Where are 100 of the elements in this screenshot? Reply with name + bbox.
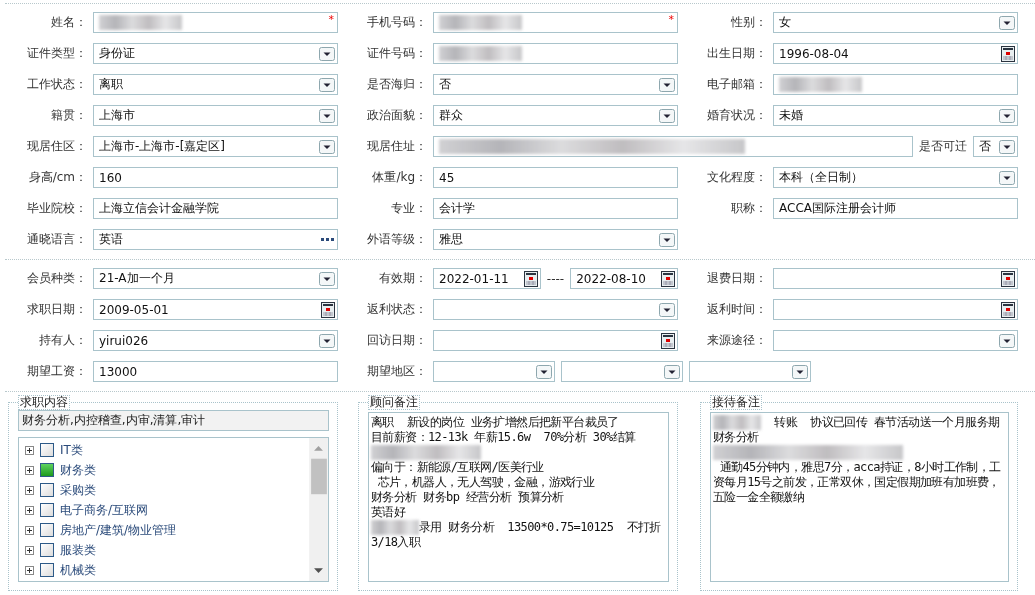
dropdown-field[interactable]: 雅思 bbox=[433, 229, 678, 250]
dropdown-field[interactable]: 否 bbox=[973, 136, 1018, 157]
calendar-icon[interactable] bbox=[1001, 270, 1015, 287]
note-text: 芯片，机器人，无人驾驶，金融，游戏行业 bbox=[376, 475, 596, 490]
input-field[interactable]: ACCA国际注册会计师 bbox=[773, 198, 1018, 219]
dropdown-field[interactable]: 女 bbox=[773, 12, 1018, 33]
dropdown-button[interactable] bbox=[999, 108, 1015, 123]
dropdown-button[interactable] bbox=[319, 77, 335, 92]
expand-icon[interactable] bbox=[25, 465, 34, 475]
tree-item[interactable]: 机械类 bbox=[60, 561, 96, 579]
dropdown-button[interactable] bbox=[664, 364, 680, 379]
expand-icon[interactable] bbox=[25, 485, 34, 495]
field-label: 外语等级： bbox=[366, 231, 428, 248]
dropdown-button[interactable] bbox=[319, 46, 335, 61]
dropdown-field[interactable]: yirui026 bbox=[93, 330, 338, 351]
notes-textarea[interactable]: 转账 协议已回传 春节活动送一个月服务期 财务分析 通勤45分钟内，雅思7分，acca持证，8小时工作制，工资每月15号之前发，正常双休，国定假期加班有加班费，五险一金全额缴纳 bbox=[710, 412, 1009, 582]
date-field[interactable] bbox=[773, 268, 1018, 289]
checkbox[interactable] bbox=[40, 543, 54, 557]
date-field[interactable]: 2022-01-11 bbox=[433, 268, 541, 289]
input-field[interactable]: 160 bbox=[93, 167, 338, 188]
dropdown-button[interactable] bbox=[999, 139, 1015, 154]
input-field[interactable] bbox=[773, 74, 1018, 95]
field-label: 是否海归： bbox=[366, 76, 428, 93]
notes-textarea[interactable]: 离职 新设的岗位 业务扩增然后把新平台裁员了 目前薪资：12-13k 年薪15.6w 70%分析 30%结算 偏向于：新能源/互联网/医美行业 芯片，机器人，无人驾驶，金融，游戏行业 财务分析 财务bp 经营分析 预算分析 英语好 录用 财务分析 13500*0.75=10125 不打折 3/18入职 bbox=[368, 412, 669, 582]
tree-item[interactable]: 采购类 bbox=[60, 481, 96, 499]
calendar-icon[interactable] bbox=[1001, 301, 1015, 318]
dropdown-button[interactable] bbox=[659, 108, 675, 123]
input-field[interactable]: * bbox=[93, 12, 338, 33]
dropdown-field[interactable] bbox=[561, 361, 683, 382]
dropdown-field[interactable]: 离职 bbox=[93, 74, 338, 95]
dropdown-button[interactable] bbox=[999, 15, 1015, 30]
dropdown-field[interactable]: 群众 bbox=[433, 105, 678, 126]
expand-icon[interactable] bbox=[25, 545, 34, 555]
field-label: 身高/cm： bbox=[27, 169, 88, 186]
note-text: 录用 财务分析 13500*0.75=10125 不打折 bbox=[419, 520, 662, 535]
dropdown-button[interactable] bbox=[536, 364, 552, 379]
dropdown-field[interactable]: 21-A加一个月 bbox=[93, 268, 338, 289]
input-field[interactable]: 上海立信会计金融学院 bbox=[93, 198, 338, 219]
calendar-icon[interactable] bbox=[523, 270, 538, 287]
tree-item[interactable]: 服装类 bbox=[60, 541, 96, 559]
dropdown-button[interactable] bbox=[659, 77, 675, 92]
dropdown-field[interactable] bbox=[433, 299, 678, 320]
dropdown-field[interactable]: 上海市 bbox=[93, 105, 338, 126]
expand-icon[interactable] bbox=[25, 505, 34, 515]
note-text: 转账 协议已回传 春节活动送一个月服务期 bbox=[773, 415, 1001, 430]
dropdown-button[interactable] bbox=[319, 108, 335, 123]
dropdown-field[interactable] bbox=[433, 361, 555, 382]
date-field[interactable] bbox=[773, 299, 1018, 320]
input-field[interactable] bbox=[433, 43, 678, 64]
field-label: 文化程度： bbox=[706, 169, 768, 186]
dropdown-button[interactable] bbox=[999, 170, 1015, 185]
input-field[interactable]: 财务分析,内控稽查,内审,清算,审计 bbox=[18, 410, 329, 431]
field-label: 证件类型： bbox=[26, 45, 88, 62]
calendar-icon[interactable] bbox=[321, 301, 335, 318]
field-label: 专业： bbox=[390, 200, 428, 217]
date-field[interactable]: 1996-08-04 bbox=[773, 43, 1018, 64]
dropdown-button[interactable] bbox=[659, 232, 675, 247]
checkbox[interactable] bbox=[40, 483, 54, 497]
checkbox[interactable] bbox=[40, 563, 54, 577]
dropdown-field[interactable]: 上海市-上海市-[嘉定区] bbox=[93, 136, 338, 157]
dropdown-field[interactable]: 否 bbox=[433, 74, 678, 95]
calendar-icon[interactable] bbox=[661, 270, 675, 287]
dropdown-field[interactable]: 本科（全日制） bbox=[773, 167, 1018, 188]
dropdown-field[interactable]: 未婚 bbox=[773, 105, 1018, 126]
more-icon[interactable] bbox=[321, 237, 335, 242]
dropdown-field[interactable]: 身份证 bbox=[93, 43, 338, 64]
tree-item[interactable]: IT类 bbox=[60, 441, 83, 459]
expand-icon[interactable] bbox=[25, 525, 34, 535]
calendar-icon[interactable] bbox=[1001, 45, 1015, 62]
calendar-icon[interactable] bbox=[661, 332, 675, 349]
tree-item[interactable]: 电子商务/互联网 bbox=[60, 501, 149, 519]
input-field[interactable]: 13000 bbox=[93, 361, 338, 382]
input-field[interactable]: 会计学 bbox=[433, 198, 678, 219]
input-field[interactable]: 45 bbox=[433, 167, 678, 188]
dropdown-button[interactable] bbox=[659, 302, 675, 317]
checkbox[interactable] bbox=[40, 503, 54, 517]
checkbox[interactable] bbox=[40, 463, 54, 477]
expand-icon[interactable] bbox=[25, 445, 34, 455]
dropdown-field[interactable] bbox=[773, 330, 1018, 351]
date-field[interactable]: 2022-08-10 bbox=[570, 268, 678, 289]
dropdown-button[interactable] bbox=[999, 333, 1015, 348]
date-field[interactable]: 2009-05-01 bbox=[93, 299, 338, 320]
tree-item[interactable]: 房地产/建筑/物业管理 bbox=[60, 521, 177, 539]
checkbox[interactable] bbox=[40, 443, 54, 457]
dropdown-button[interactable] bbox=[319, 333, 335, 348]
tree-item[interactable]: 财务类 bbox=[60, 461, 96, 479]
input-field[interactable]: 英语 bbox=[93, 229, 338, 250]
scrollbar[interactable] bbox=[309, 438, 328, 581]
note-text: 3/18入职 bbox=[371, 535, 422, 550]
input-field[interactable] bbox=[433, 136, 913, 157]
expand-icon[interactable] bbox=[25, 565, 34, 575]
dropdown-button[interactable] bbox=[319, 271, 335, 286]
field-label: 回访日期： bbox=[366, 332, 428, 349]
date-field[interactable] bbox=[433, 330, 678, 351]
checkbox[interactable] bbox=[40, 523, 54, 537]
input-field[interactable]: * bbox=[433, 12, 678, 33]
field-label: 会员种类： bbox=[26, 270, 88, 287]
dropdown-field[interactable] bbox=[689, 361, 811, 382]
dropdown-button[interactable] bbox=[792, 364, 808, 379]
dropdown-button[interactable] bbox=[319, 139, 335, 154]
